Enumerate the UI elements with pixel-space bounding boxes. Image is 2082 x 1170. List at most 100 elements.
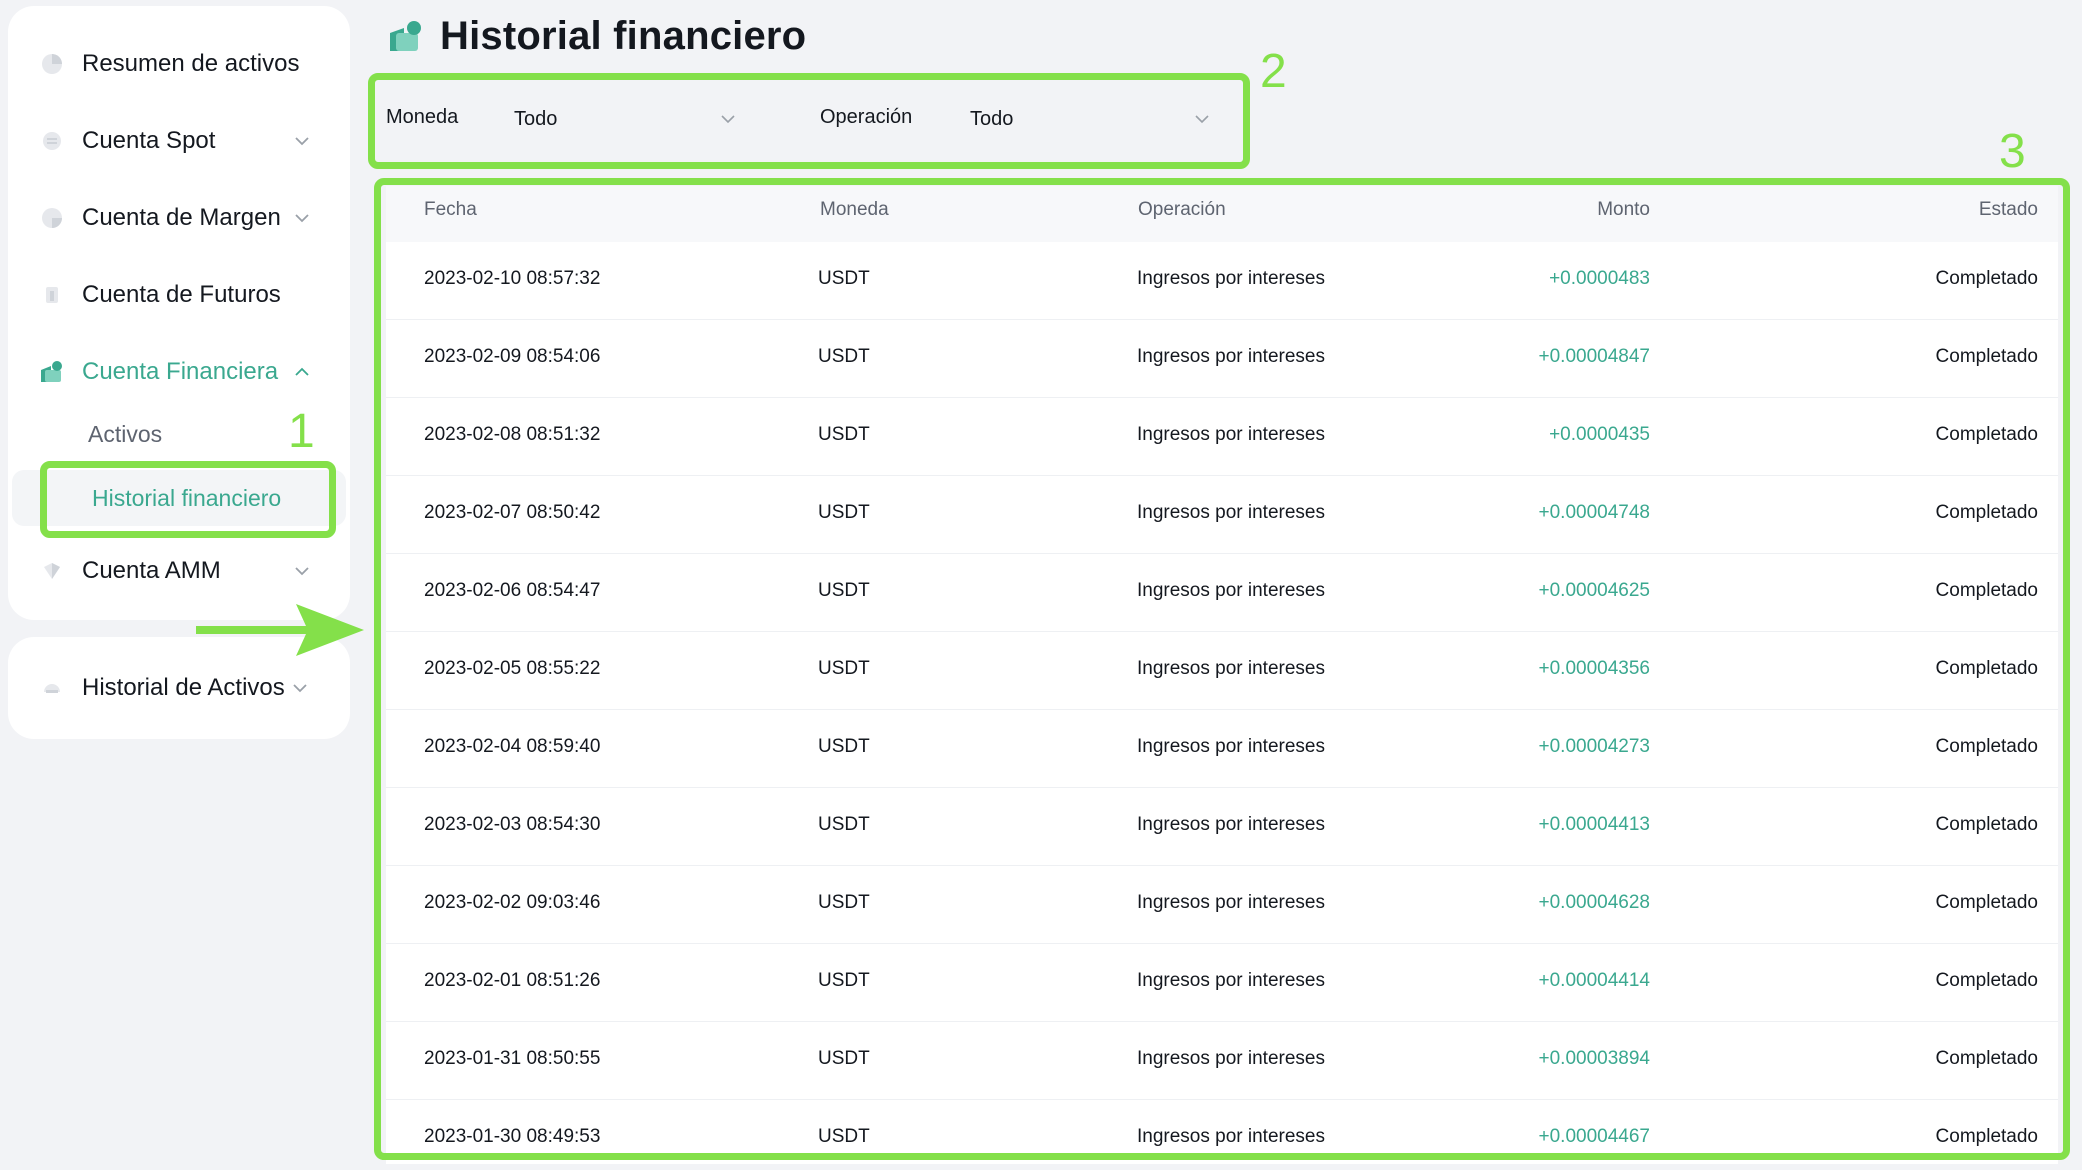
sidebar-item-historial-de-activos[interactable]: Historial de Activos (8, 658, 350, 718)
cell-estado: Completado (1935, 346, 2038, 367)
page-header: Historial financiero (388, 14, 806, 58)
history-table: Fecha Moneda Operación Monto Estado 2023… (386, 186, 2058, 1164)
cell-moneda: USDT (818, 892, 870, 913)
sidebar-item-label: Cuenta de Futuros (82, 281, 281, 308)
margin-icon (38, 204, 66, 232)
cell-monto: +0.00003894 (1538, 1048, 1650, 1069)
cell-monto: +0.00004413 (1538, 814, 1650, 835)
sidebar-item-label: Cuenta Financiera (82, 358, 279, 385)
cell-fecha: 2023-01-30 08:49:53 (424, 1126, 601, 1147)
sidebar-item-label: Cuenta Spot (82, 127, 216, 154)
cell-estado: Completado (1935, 814, 2038, 835)
sidebar-item-cuenta-de-margen[interactable]: Cuenta de Margen (8, 188, 350, 248)
annotation-number-1: 1 (288, 405, 315, 458)
column-header-monto: Monto (1597, 199, 1650, 220)
cell-monto: +0.00004748 (1538, 502, 1650, 523)
cell-estado: Completado (1935, 970, 2038, 991)
column-header-fecha: Fecha (424, 199, 477, 220)
chevron-down-icon (720, 111, 736, 127)
table-row: 2023-02-10 08:57:32 USDT Ingresos por inte… (386, 242, 2058, 320)
cell-moneda: USDT (818, 736, 870, 757)
cell-moneda: USDT (818, 580, 870, 601)
pie-chart-icon (38, 50, 66, 78)
cell-operacion: Ingresos por intereses (1137, 268, 1325, 289)
operation-select[interactable]: Todo (946, 95, 1230, 143)
sidebar-item-cuenta-spot[interactable]: Cuenta Spot (8, 111, 350, 171)
cell-monto: +0.00004467 (1538, 1126, 1650, 1147)
annotation-number-3: 3 (1999, 125, 2026, 178)
cell-fecha: 2023-02-05 08:55:22 (424, 658, 601, 679)
cell-estado: Completado (1935, 580, 2038, 601)
cell-fecha: 2023-02-06 08:54:47 (424, 580, 601, 601)
cell-monto: +0.00004625 (1538, 580, 1650, 601)
sidebar-item-resumen-de-activos[interactable]: Resumen de activos (8, 34, 350, 94)
cell-fecha: 2023-02-01 08:51:26 (424, 970, 601, 991)
arrow-icon (196, 604, 364, 656)
cell-operacion: Ingresos por intereses (1137, 736, 1325, 757)
table-row: 2023-02-02 09:03:46 USDT Ingresos por inte… (386, 866, 2058, 944)
sidebar-subitem-label: Historial financiero (92, 484, 282, 511)
cell-operacion: Ingresos por intereses (1137, 1126, 1325, 1147)
cell-moneda: USDT (818, 502, 870, 523)
sidebar-item-cuenta-financiera[interactable]: Cuenta Financiera (8, 342, 350, 402)
cell-monto: +0.00004414 (1538, 970, 1650, 991)
cell-moneda: USDT (818, 970, 870, 991)
currency-select[interactable]: Todo (490, 95, 756, 143)
currency-select-value: Todo (514, 107, 558, 130)
cell-estado: Completado (1935, 502, 2038, 523)
chevron-down-icon[interactable] (293, 209, 311, 227)
table-row: 2023-02-08 08:51:32 USDT Ingresos por inte… (386, 398, 2058, 476)
amm-icon (38, 557, 66, 585)
column-header-estado: Estado (1978, 199, 2038, 220)
cell-fecha: 2023-02-08 08:51:32 (424, 424, 601, 445)
cell-fecha: 2023-02-02 09:03:46 (424, 892, 601, 913)
table-row: 2023-02-07 08:50:42 USDT Ingresos por inte… (386, 476, 2058, 554)
cell-fecha: 2023-02-04 08:59:40 (424, 736, 601, 757)
cell-operacion: Ingresos por intereses (1137, 1048, 1325, 1069)
table-row: 2023-01-30 08:49:53 USDT Ingresos por inte… (386, 1100, 2058, 1164)
table-row: 2023-02-06 08:54:47 USDT Ingresos por inte… (386, 554, 2058, 632)
cell-estado: Completado (1935, 268, 2038, 289)
cell-fecha: 2023-02-10 08:57:32 (424, 268, 601, 289)
cell-estado: Completado (1935, 1126, 2038, 1147)
sidebar-subitem-label: Activos (88, 420, 163, 447)
sidebar-subitem-historial-financiero[interactable]: Historial financiero (12, 470, 346, 526)
cell-estado: Completado (1935, 736, 2038, 757)
cell-fecha: 2023-01-31 08:50:55 (424, 1048, 601, 1069)
sidebar-item-cuenta-de-futuros[interactable]: Cuenta de Futuros (8, 265, 350, 325)
finance-wallet-icon (38, 358, 66, 386)
cell-operacion: Ingresos por intereses (1137, 970, 1325, 991)
chevron-up-icon[interactable] (293, 363, 311, 381)
chevron-down-icon[interactable] (293, 132, 311, 150)
cell-operacion: Ingresos por intereses (1137, 424, 1325, 445)
futures-icon (38, 281, 66, 309)
annotation-number-2: 2 (1260, 45, 1287, 98)
column-header-operacion: Operación (1138, 199, 1226, 220)
currency-filter-label: Moneda (386, 106, 459, 128)
sidebar-item-cuenta-amm[interactable]: Cuenta AMM (8, 541, 350, 601)
cell-monto: +0.0000435 (1549, 424, 1650, 445)
sidebar-item-label: Resumen de activos (82, 50, 300, 77)
chevron-down-icon[interactable] (291, 679, 309, 697)
cell-moneda: USDT (818, 424, 870, 445)
cell-operacion: Ingresos por intereses (1137, 658, 1325, 679)
column-header-moneda: Moneda (820, 199, 889, 220)
table-row: 2023-02-05 08:55:22 USDT Ingresos por inte… (386, 632, 2058, 710)
table-row: 2023-02-01 08:51:26 USDT Ingresos por inte… (386, 944, 2058, 1022)
chevron-down-icon[interactable] (293, 562, 311, 580)
cell-operacion: Ingresos por intereses (1137, 502, 1325, 523)
cell-operacion: Ingresos por intereses (1137, 580, 1325, 601)
cell-estado: Completado (1935, 658, 2038, 679)
cell-moneda: USDT (818, 658, 870, 679)
spot-wallet-icon (38, 127, 66, 155)
cell-monto: +0.0000483 (1549, 268, 1650, 289)
table-header: Fecha Moneda Operación Monto Estado (386, 186, 2058, 242)
cell-operacion: Ingresos por intereses (1137, 892, 1325, 913)
sidebar-item-label: Historial de Activos (82, 674, 285, 701)
cell-fecha: 2023-02-07 08:50:42 (424, 502, 601, 523)
cell-operacion: Ingresos por intereses (1137, 814, 1325, 835)
cell-monto: +0.00004628 (1538, 892, 1650, 913)
operation-filter-label: Operación (820, 106, 913, 128)
cell-estado: Completado (1935, 424, 2038, 445)
cell-monto: +0.00004847 (1538, 346, 1650, 367)
